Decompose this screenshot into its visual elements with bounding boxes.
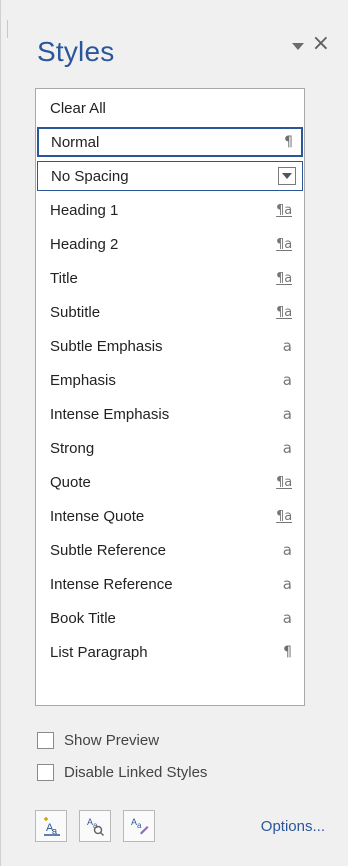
style-item-clear-all[interactable]: Clear All <box>36 93 304 123</box>
style-item-intense-emphasis[interactable]: Intense Emphasis a <box>36 399 304 429</box>
pane-header-controls: × <box>291 33 330 56</box>
svg-text:a: a <box>137 821 142 830</box>
character-style-icon: a <box>282 541 292 559</box>
style-item-heading-1[interactable]: Heading 1 ¶a <box>36 195 304 225</box>
style-item-subtle-reference[interactable]: Subtle Reference a <box>36 535 304 565</box>
new-style-icon: A a <box>44 817 60 836</box>
style-label: Normal <box>51 133 100 151</box>
style-label: Emphasis <box>50 371 116 389</box>
style-label: Strong <box>50 439 95 457</box>
paragraph-mark-icon: ¶ <box>283 644 292 660</box>
style-item-title[interactable]: Title ¶a <box>36 263 304 293</box>
linked-style-icon: ¶a <box>276 236 292 252</box>
new-style-button[interactable]: A a <box>35 810 67 842</box>
styles-toolbar: A a A a A a Options... <box>35 809 325 843</box>
style-label: Intense Quote <box>50 507 145 525</box>
style-inspector-icon: A a <box>87 817 105 837</box>
style-item-subtle-emphasis[interactable]: Subtle Emphasis a <box>36 331 304 361</box>
style-options: Show Preview Disable Linked Styles <box>35 728 325 792</box>
style-item-subtitle[interactable]: Subtitle ¶a <box>36 297 304 327</box>
style-item-quote[interactable]: Quote ¶a <box>36 467 304 497</box>
options-link[interactable]: Options... <box>261 818 325 835</box>
show-preview-option[interactable]: Show Preview <box>35 728 325 752</box>
pane-gripper[interactable] <box>7 20 8 38</box>
disable-linked-styles-checkbox[interactable] <box>37 763 54 781</box>
disable-linked-styles-label: Disable Linked Styles <box>64 763 208 781</box>
manage-styles-button[interactable]: A a <box>123 810 155 842</box>
character-style-icon: a <box>282 439 292 457</box>
style-item-book-title[interactable]: Book Title a <box>36 603 304 633</box>
paragraph-mark-icon: ¶ <box>284 134 293 150</box>
style-label: Intense Emphasis <box>50 405 170 423</box>
style-label: Quote <box>50 473 91 491</box>
style-item-intense-reference[interactable]: Intense Reference a <box>36 569 304 599</box>
character-style-icon: a <box>282 575 292 593</box>
style-label: Book Title <box>50 609 116 627</box>
style-item-list-paragraph[interactable]: List Paragraph ¶ <box>36 637 304 667</box>
style-item-heading-2[interactable]: Heading 2 ¶a <box>36 229 304 259</box>
style-label: Clear All <box>50 99 106 117</box>
character-style-icon: a <box>282 405 292 423</box>
pane-title: Styles <box>37 36 115 67</box>
style-item-no-spacing[interactable]: No Spacing <box>37 161 303 191</box>
show-preview-checkbox[interactable] <box>37 731 54 749</box>
dropdown-arrow-icon[interactable] <box>291 42 304 50</box>
character-style-icon: a <box>282 371 292 389</box>
linked-style-icon: ¶a <box>276 474 292 490</box>
styles-pane: Styles × Clear All Normal ¶ No Spacing H… <box>0 0 348 866</box>
style-item-emphasis[interactable]: Emphasis a <box>36 365 304 395</box>
styles-list[interactable]: Clear All Normal ¶ No Spacing Heading 1 … <box>35 88 305 706</box>
linked-style-icon: ¶a <box>276 202 292 218</box>
style-label: Intense Reference <box>50 575 173 593</box>
disable-linked-styles-option[interactable]: Disable Linked Styles <box>35 760 325 784</box>
style-label: Heading 1 <box>50 201 119 219</box>
style-item-strong[interactable]: Strong a <box>36 433 304 463</box>
linked-style-icon: ¶a <box>276 508 292 524</box>
character-style-icon: a <box>282 337 292 355</box>
style-label: Subtle Emphasis <box>50 337 163 355</box>
show-preview-label: Show Preview <box>64 731 160 749</box>
manage-styles-icon: A a <box>131 817 149 835</box>
chevron-down-icon <box>282 173 292 179</box>
style-label: Subtitle <box>50 303 101 321</box>
linked-style-icon: ¶a <box>276 270 292 286</box>
style-label: No Spacing <box>51 167 129 185</box>
style-label: List Paragraph <box>50 643 148 661</box>
character-style-icon: a <box>282 609 292 627</box>
style-item-normal[interactable]: Normal ¶ <box>37 127 303 157</box>
style-label: Heading 2 <box>50 235 119 253</box>
linked-style-icon: ¶a <box>276 304 292 320</box>
style-inspector-button[interactable]: A a <box>79 810 111 842</box>
style-item-intense-quote[interactable]: Intense Quote ¶a <box>36 501 304 531</box>
style-label: Subtle Reference <box>50 541 166 559</box>
close-icon[interactable]: × <box>312 33 330 55</box>
style-label: Title <box>50 269 78 287</box>
style-dropdown-button[interactable] <box>278 167 296 185</box>
